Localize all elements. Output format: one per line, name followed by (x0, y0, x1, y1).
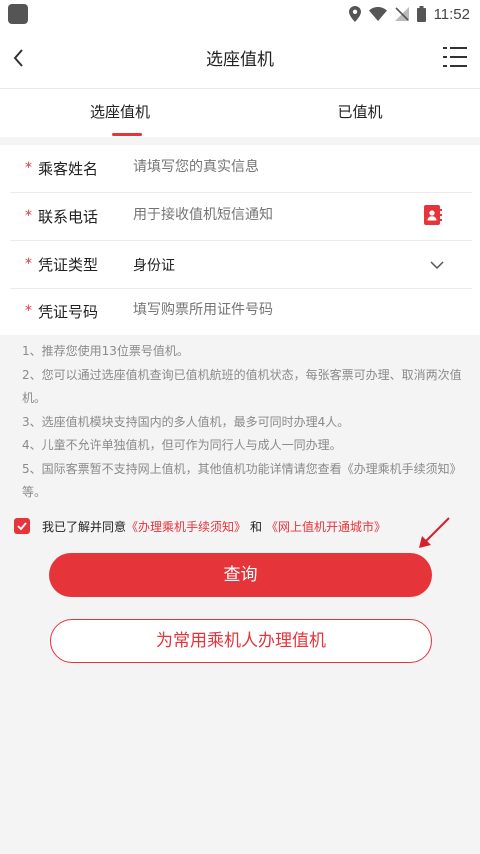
top-app-bar: 选座值机 (0, 28, 480, 89)
wifi-icon (368, 7, 387, 21)
arrow-annotation-icon (419, 517, 450, 548)
form-row-id-number: * 凭证号码 (10, 288, 472, 335)
phone-input[interactable] (133, 207, 413, 223)
id-type-select[interactable]: 身份证 (133, 255, 413, 275)
required-mark: * (25, 256, 32, 272)
no-signal-icon (394, 7, 409, 21)
status-icons: 11:52 (348, 4, 470, 24)
form-row-id-type[interactable]: * 凭证类型 身份证 (10, 241, 472, 289)
frequent-passenger-checkin-button[interactable]: 为常用乘机人办理值机 (50, 619, 432, 663)
checkin-notes: 1、推荐您使用13位票号值机。 2、您可以通过选座值机查询已值机航班的值机状态，… (22, 340, 462, 505)
checkin-rules-link[interactable]: 《办理乘机手续须知》 (126, 518, 246, 535)
passenger-form: * 乘客姓名 * 联系电话 * 凭证类型 身份证 * 凭证号码 (0, 145, 480, 335)
form-row-name: * 乘客姓名 (10, 145, 472, 193)
form-row-phone: * 联系电话 (10, 193, 472, 241)
field-label: 凭证号码 (38, 303, 99, 321)
active-tab-indicator (112, 133, 142, 136)
tab-bar: 选座值机 已值机 (0, 89, 480, 137)
note-item: 5、国际客票暂不支持网上值机，其他值机功能详情请您查看《办理乘机手续须知》等。 (22, 461, 462, 500)
chevron-down-icon (430, 261, 444, 270)
checkmark-icon (17, 522, 27, 531)
agreement-conjunction: 和 (250, 519, 263, 534)
required-mark: * (25, 160, 32, 176)
tab-checked-in[interactable]: 已值机 (240, 89, 480, 137)
contact-book-icon (424, 205, 442, 225)
note-item: 2、您可以通过选座值机查询已值机航班的值机状态，每张客票可办理、取消两次值机。 (22, 367, 462, 406)
contacts-button[interactable] (424, 205, 442, 225)
field-label: 凭证类型 (38, 256, 99, 274)
agreement-text: 我已了解并同意 (42, 519, 127, 534)
app-notification-icon (8, 4, 28, 24)
note-item: 4、儿童不允许单独值机，但可作为同行人与成人一同办理。 (22, 438, 342, 452)
agreement-row: 我已了解并同意 《办理乘机手续须知》 和 《网上值机开通城市》 (14, 515, 474, 537)
id-number-input[interactable] (133, 302, 413, 318)
page-title: 选座值机 (206, 50, 274, 70)
status-bar: 11:52 (0, 0, 480, 28)
required-mark: * (25, 208, 32, 224)
location-icon (348, 6, 361, 22)
list-menu-icon (443, 47, 467, 67)
query-button[interactable]: 查询 (49, 553, 432, 597)
tab-select-seat-checkin[interactable]: 选座值机 (0, 89, 240, 137)
field-label: 联系电话 (38, 208, 99, 226)
battery-icon (416, 6, 426, 22)
id-type-dropdown[interactable] (430, 257, 444, 271)
online-checkin-cities-link[interactable]: 《网上值机开通城市》 (266, 518, 386, 535)
required-mark: * (25, 303, 32, 319)
passenger-name-input[interactable] (133, 159, 413, 175)
menu-button[interactable] (442, 44, 468, 70)
agreement-checkbox[interactable] (14, 518, 30, 534)
note-item: 3、选座值机模块支持国内的多人值机，最多可同时办理4人。 (22, 414, 350, 429)
status-time: 11:52 (433, 5, 470, 23)
field-label: 乘客姓名 (38, 160, 99, 178)
note-item: 1、推荐您使用13位票号值机。 (22, 344, 189, 358)
